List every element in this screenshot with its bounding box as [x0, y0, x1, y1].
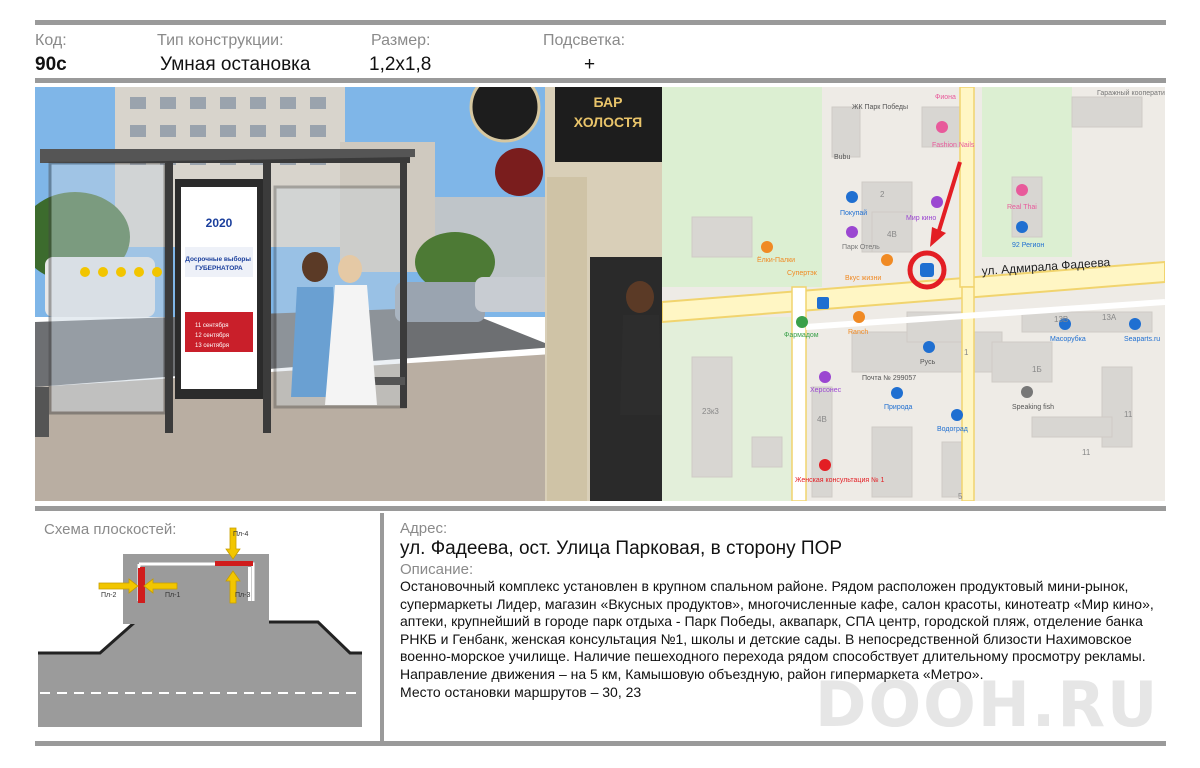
map-house-4v-top: 4В: [887, 230, 897, 239]
poster-date-1: 11 сентября: [195, 323, 229, 329]
size-value: 1,2х1,8: [369, 54, 432, 75]
top-rule: [35, 20, 1166, 25]
map-place-farmadom: Фармадом: [784, 332, 819, 339]
header-rule: [35, 78, 1166, 83]
plane-3-label: Пл-3: [235, 592, 250, 599]
map-place-speaking-fish: Speaking fish: [1012, 404, 1054, 411]
map-house-4v-bottom: 4В: [817, 415, 827, 424]
map-house-2: 2: [880, 190, 885, 199]
type-value: Умная остановка: [160, 54, 311, 75]
poster-date-3: 13 сентября: [195, 343, 229, 349]
code-value: 90с: [35, 54, 67, 75]
map-house-11-right: 11: [1124, 410, 1133, 419]
map-house-23k3: 23к3: [702, 407, 719, 416]
map-place-seaparts: Seaparts.ru: [1124, 336, 1160, 343]
map-place-pochta: Почта № 299057: [862, 375, 916, 382]
description-text: Остановочный комплекс установлен в крупн…: [400, 578, 1160, 701]
map-place-ranch: Ranch: [848, 329, 868, 336]
bus-stop-photo: 2020 Досрочные выборы ГУБЕРНАТОРА 11 сен…: [35, 87, 662, 501]
map-place-bubu: Bubu: [834, 154, 850, 161]
bar-sign-top: БАР: [594, 94, 623, 110]
map-place-park-hotel: Парк Отель: [842, 244, 880, 251]
map-place-supertek: Супертэк: [787, 270, 818, 277]
map-house-11-bottom: 11: [1082, 448, 1091, 457]
map-place-vodograd: Водоград: [937, 426, 968, 433]
plane-1-label: Пл-1: [165, 592, 180, 599]
map-place-real-thai: Real Thai: [1007, 204, 1037, 211]
type-label: Тип конструкции:: [157, 32, 284, 49]
poster-date-2: 12 сентября: [195, 333, 229, 339]
map-house-13a: 13А: [1102, 313, 1117, 322]
size-label: Размер:: [371, 32, 431, 49]
plane-4-marker: [215, 561, 253, 566]
description-routes: Место остановки маршрутов – 30, 23: [400, 683, 642, 700]
planes-scheme: Схема плоскостей: Пл-4 Пл-2 Пл-1 Пл-3: [35, 515, 378, 741]
plane-2-label: Пл-2: [101, 592, 116, 599]
map-place-hersones: Херсонес: [810, 387, 842, 394]
map-place-masorubka: Масорубка: [1050, 335, 1086, 343]
light-label: Подсветка:: [543, 32, 626, 49]
map-place-park-pobedy: ЖК Парк Победы: [852, 103, 908, 111]
code-label: Код:: [35, 32, 67, 49]
map-place-fiona: Фиона: [935, 94, 956, 101]
map-place-fashion-nails: Fashion Nails: [932, 142, 975, 149]
map-place-garage: Гаражный кооператив: [1097, 89, 1165, 97]
bottom-rule: [35, 741, 1166, 746]
description-direction: Направление движения – на 5 км, Камышову…: [400, 665, 984, 682]
map-house-13v: 13В: [1054, 315, 1068, 324]
poster-year: 2020: [206, 216, 233, 230]
description-label: Описание:: [400, 561, 474, 578]
map-house-1: 1: [964, 348, 969, 357]
bar-sign-bottom: ХОЛОСТЯ: [574, 114, 642, 130]
map-house-1b: 1Б: [1032, 365, 1042, 374]
section-divider: [380, 513, 384, 744]
map-place-elki-palki: Ёлки-Палки: [757, 256, 795, 264]
map-place-mir-kino: Мир кино: [906, 215, 936, 222]
map-place-zhenskaya-konsultatsiya: Женская консультация № 1: [795, 477, 885, 484]
map-house-5: 5: [958, 492, 963, 501]
plane-4-label: Пл-4: [233, 531, 248, 538]
map-place-rus: Русь: [920, 359, 936, 366]
light-value: +: [584, 54, 596, 75]
map-place-priroda: Природа: [884, 404, 913, 411]
map-place-vkus-zhizni: Вкус жизни: [845, 275, 881, 282]
description-body: Остановочный комплекс установлен в крупн…: [400, 578, 1154, 665]
map-place-92-region: 92 Регион: [1012, 242, 1044, 249]
middle-rule: [35, 506, 1166, 511]
address-label: Адрес:: [400, 520, 448, 537]
location-map: ул. Адмирала Фадеева Fashion Nails Фиона…: [662, 87, 1165, 501]
plane-2-arrow-icon: [98, 578, 139, 594]
map-place-pokupai: Покупай: [840, 209, 867, 217]
address-value: ул. Фадеева, ост. Улица Парковая, в стор…: [400, 538, 843, 559]
